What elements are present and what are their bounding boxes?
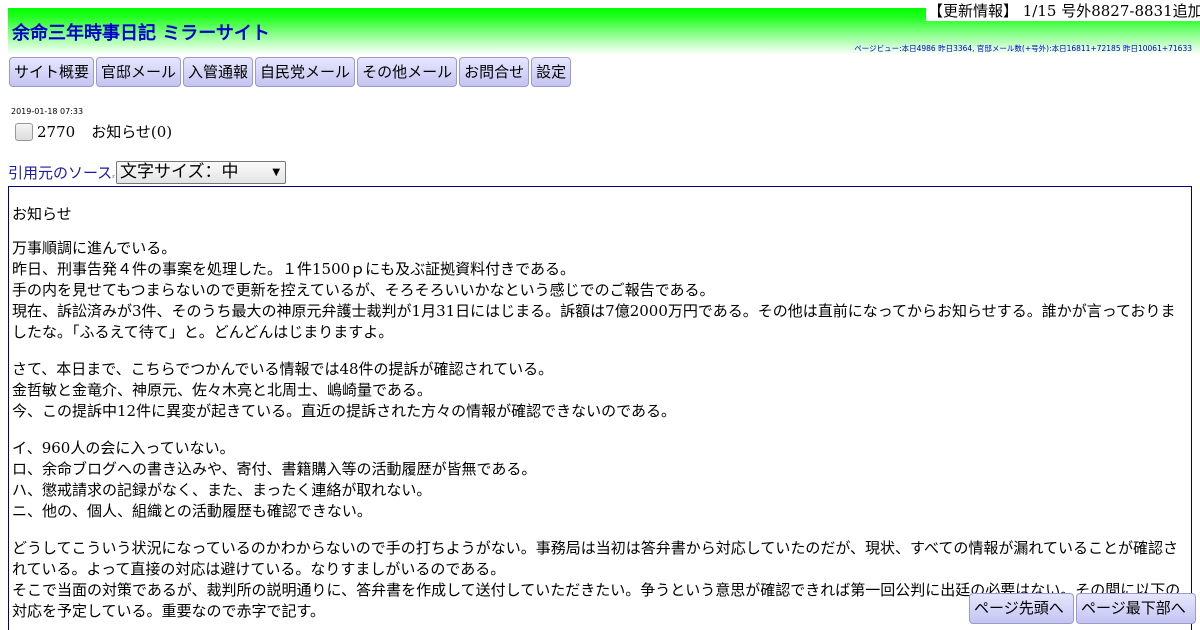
article-line: イ、960人の会に入っていない。	[12, 439, 235, 457]
post-date: 2019-01-18 07:33	[11, 107, 84, 116]
nav-contact-button[interactable]: お問合せ	[459, 57, 530, 87]
page-bottom-button[interactable]: ページ最下部へ	[1076, 593, 1196, 624]
pageview-counter: ページビュー:本日4986 昨日3364, 官邸メール数(+号外):本日1681…	[854, 44, 1192, 53]
page-top-button[interactable]: ページ先頭へ	[969, 593, 1074, 624]
main-nav: サイト概要 官邸メール 入管通報 自民党メール その他メール お問合せ 設定	[9, 57, 572, 87]
site-title[interactable]: 余命三年時事日記 ミラーサイト	[12, 19, 270, 45]
article-line: さて、本日まで、こちらでつかんでいる情報では48件の提訴が確認されている。	[12, 360, 554, 378]
article-line: どうしてこういう状況になっているのかわからないので手の打ちようがない。事務局は当…	[12, 539, 1178, 578]
page: 余命三年時事日記 ミラーサイト 【更新情報】 1/15 号外8827-8831追…	[0, 0, 1200, 630]
dropdown-arrow-icon: ▼	[272, 167, 281, 178]
article-line: ハ、懲戒請求の記録がなく、また、まったく連絡が取れない。	[12, 481, 432, 499]
nav-other-mail-button[interactable]: その他メール	[357, 57, 458, 87]
article-line: 昨日、刑事告発４件の事案を処理した。１件1500ｐにも及ぶ証拠資料付きである。	[12, 260, 576, 278]
font-size-select-value: 文字サイズ：中	[120, 162, 239, 182]
article-paragraph: お知らせ	[12, 204, 1191, 225]
nav-ldp-mail-button[interactable]: 自民党メール	[255, 57, 356, 87]
article-paragraph: イ、960人の会に入っていない。 ロ、余命ブログへの書き込みや、寄付、書籍購入等…	[12, 438, 1191, 522]
external-link-icon: ᵣ	[112, 171, 116, 180]
nav-settings-button[interactable]: 設定	[531, 57, 572, 87]
post-header: 2770 お知らせ(0)	[15, 121, 172, 142]
article-paragraph: 万事順調に進んでいる。 昨日、刑事告発４件の事案を処理した。１件1500ｐにも及…	[12, 238, 1191, 343]
nav-site-overview-button[interactable]: サイト概要	[9, 57, 95, 87]
post-number: 2770	[37, 122, 76, 141]
post-title: お知らせ(0)	[91, 123, 173, 141]
article-line: ロ、余命ブログへの書き込みや、寄付、書籍購入等の活動履歴が皆無である。	[12, 460, 537, 478]
font-size-select[interactable]: 文字サイズ：中 ▼	[116, 161, 287, 184]
post-checkbox[interactable]	[15, 122, 33, 141]
article-line: お知らせ	[12, 205, 72, 223]
article-line: 万事順調に進んでいる。	[12, 239, 177, 257]
article-line: 現在、訴訟済みが3件、そのうち最大の神原元弁護士裁判が1月31日にはじまる。訴額…	[12, 302, 1176, 341]
article-line: 手の内を見せてもつまらないので更新を控えているが、そろそろいいかなという感じでの…	[12, 281, 715, 299]
article-line: 今、この提訴中12件に異変が起きている。直近の提訴された方々の情報が確認できない…	[12, 402, 676, 420]
article-line: ニ、他の、個人、組織との活動履歴も確認できない。	[12, 502, 372, 520]
news-ticker: 【更新情報】 1/15 号外8827-8831追加.号	[926, 0, 1200, 21]
source-link[interactable]: 引用元のソース	[8, 162, 112, 183]
article-paragraph: さて、本日まで、こちらでつかんでいる情報では48件の提訴が確認されている。 金哲…	[12, 359, 1191, 422]
article-line: 金哲敏と金竜介、神原元、佐々木亮と北周士、嶋崎量である。	[12, 381, 432, 399]
source-row: 引用元のソース ᵣ 文字サイズ：中 ▼	[8, 161, 287, 184]
nav-kantei-mail-button[interactable]: 官邸メール	[96, 57, 182, 87]
article-body: お知らせ 万事順調に進んでいる。 昨日、刑事告発４件の事案を処理した。１件150…	[8, 186, 1192, 630]
nav-immigration-report-button[interactable]: 入管通報	[183, 57, 254, 87]
